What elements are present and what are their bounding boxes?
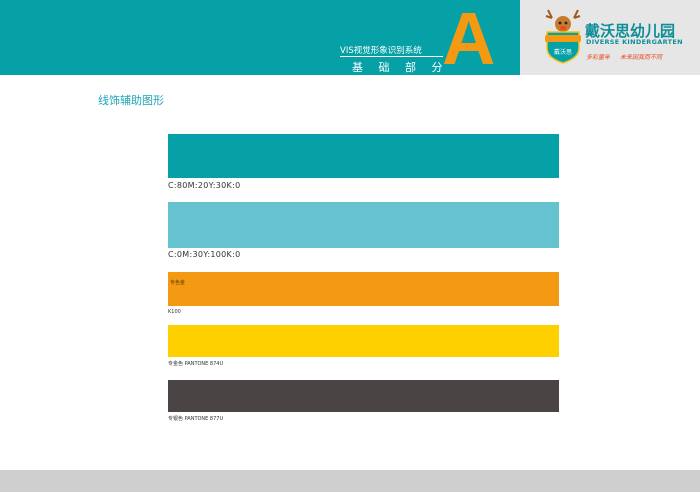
series-title: VIS视觉形象识别系统 [340, 46, 422, 56]
swatch-caption-teal: C:80M:20Y:30K:0 [168, 181, 241, 190]
section-title: 基 础 部 分 [352, 61, 449, 74]
color-swatch-teal [168, 134, 559, 178]
color-swatch-light-teal [168, 202, 559, 248]
logo-slogan-right: 未来因我而不同 [620, 54, 663, 61]
swatch-caption-orange: K100 [168, 309, 181, 315]
color-swatch-dark-gray [168, 380, 559, 412]
swatch-caption-yellow: 专金色 PANTONE 874U [168, 361, 224, 367]
page-title: 线饰辅助图形 [98, 94, 164, 107]
header-divider [340, 56, 443, 57]
color-swatch-yellow [168, 325, 559, 357]
swatch-inside-label-orange: 专色金 [170, 280, 186, 286]
footer-bar [0, 470, 700, 492]
logo-subtitle: DIVERSE KINDERGARTEN [586, 38, 683, 46]
swatch-caption-light-teal: C:0M:30Y:100K:0 [168, 250, 241, 259]
color-swatch-orange [168, 272, 559, 306]
swatch-caption-dark-gray: 专银色 PANTONE 877U [168, 416, 224, 422]
logo-slogan-left: 多彩童年 [586, 54, 611, 61]
deer-logo-icon: 戴沃思 [545, 9, 581, 64]
svg-text:戴沃思: 戴沃思 [554, 48, 572, 56]
section-letter: A [442, 0, 496, 80]
